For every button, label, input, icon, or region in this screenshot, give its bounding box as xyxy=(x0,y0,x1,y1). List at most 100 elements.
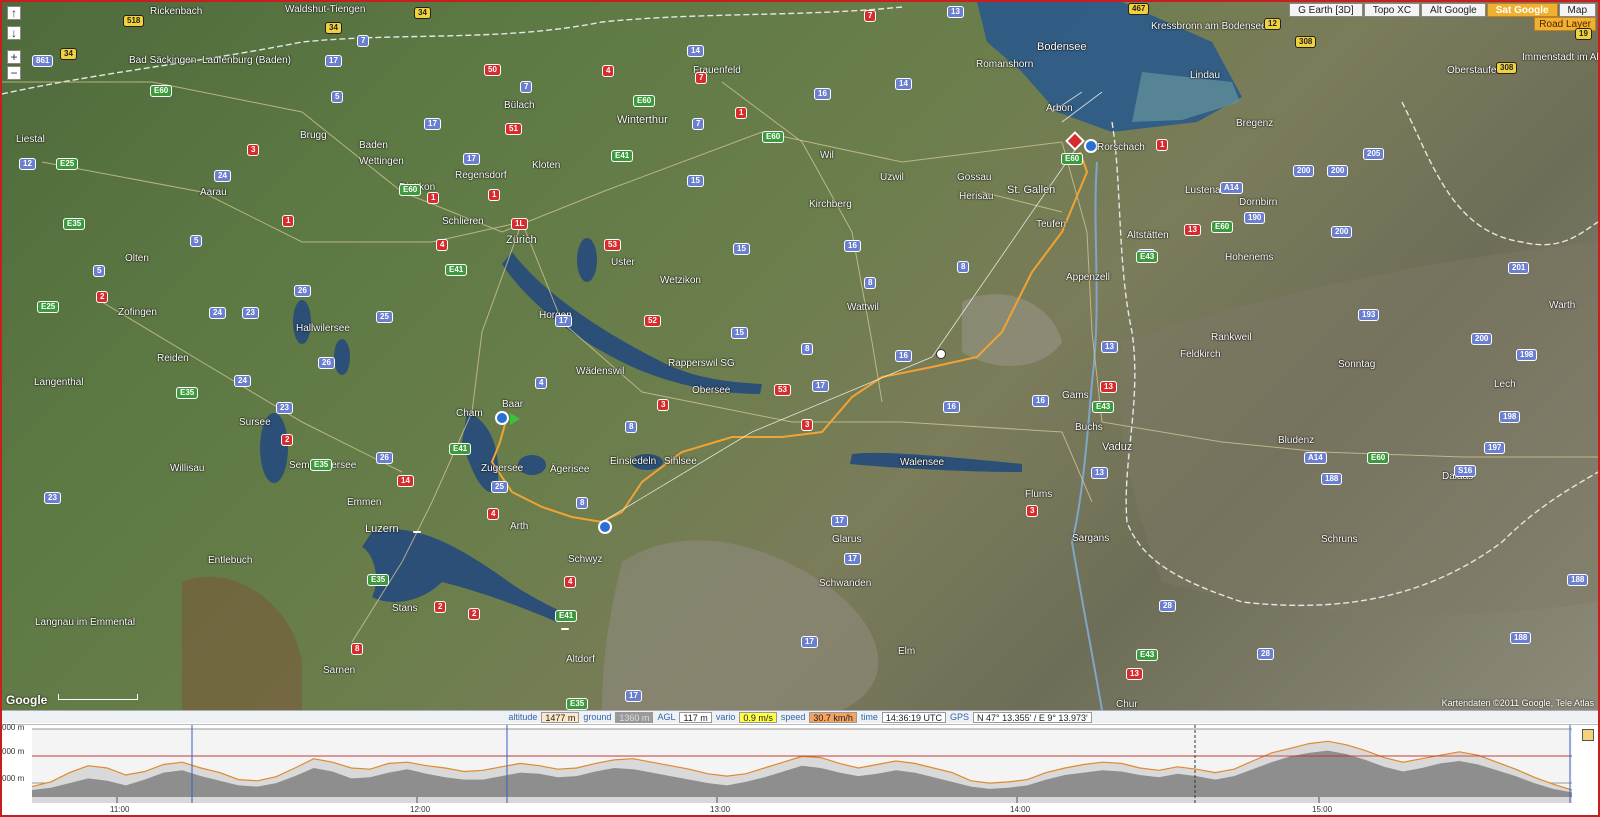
place-label: Wattwil xyxy=(847,302,879,313)
place-label: Lindau xyxy=(1190,70,1221,81)
road-shield: 3 xyxy=(247,144,260,156)
map-type-map[interactable]: Map xyxy=(1558,3,1596,17)
place-label: Ägerisee xyxy=(550,464,590,475)
turnpoint-marker-icon[interactable] xyxy=(598,520,612,534)
google-logo[interactable]: Google xyxy=(6,693,47,707)
road-shield: 8 xyxy=(957,261,970,273)
road-shield: 4 xyxy=(602,65,615,77)
road-shield: 4 xyxy=(487,508,500,520)
ground-label[interactable]: ground xyxy=(583,712,611,722)
road-shield: 4 xyxy=(436,239,449,251)
road-shield: 467 xyxy=(1128,3,1150,15)
map-type-sat-google[interactable]: Sat Google xyxy=(1486,3,1558,17)
map-type-alt-google[interactable]: Alt Google xyxy=(1421,3,1486,17)
altitude-label[interactable]: altitude xyxy=(508,712,537,722)
pan-down-icon[interactable]: ↓ xyxy=(7,26,21,40)
agl-label[interactable]: AGL xyxy=(657,712,675,722)
zoom-in-button[interactable]: + xyxy=(7,50,21,64)
speed-value: 30.7 km/h xyxy=(809,711,857,723)
road-shield: 17 xyxy=(812,380,829,392)
road-shield: E60 xyxy=(1367,452,1390,464)
map-type-topo[interactable]: Topo XC xyxy=(1363,3,1421,17)
place-label: Altstätten xyxy=(1127,230,1169,241)
place-label: Baden xyxy=(359,140,388,151)
road-shield: 3 xyxy=(657,399,670,411)
road-shield: 193 xyxy=(1358,309,1380,321)
place-label: Entlebuch xyxy=(208,555,253,566)
vario-label[interactable]: vario xyxy=(716,712,736,722)
place-label: Chur xyxy=(1116,699,1138,710)
speed-label[interactable]: speed xyxy=(781,712,806,722)
zoom-out-button[interactable]: − xyxy=(7,66,21,80)
place-label: Gossau xyxy=(957,172,992,183)
road-shield: 200 xyxy=(1471,333,1493,345)
road-shield: 16 xyxy=(895,350,912,362)
road-shield: 4 xyxy=(535,377,548,389)
time-label[interactable]: time xyxy=(861,712,878,722)
place-label: Feldkirch xyxy=(1180,349,1221,360)
map-copyright[interactable]: Kartendaten ©2011 Google, Tele Atlas xyxy=(1442,698,1594,708)
road-shield: 14 xyxy=(687,45,704,57)
place-label: Sarnen xyxy=(323,665,356,676)
road-shield: 7 xyxy=(695,72,708,84)
road-shield: 17 xyxy=(844,553,861,565)
place-label: Kressbronn am Bodensee xyxy=(1151,21,1267,32)
takeoff-marker-icon[interactable] xyxy=(495,411,509,425)
vario-value: 0.9 m/s xyxy=(739,711,777,723)
road-shield: 5 xyxy=(190,235,203,247)
road-shield: E41 xyxy=(449,443,472,455)
gps-label[interactable]: GPS xyxy=(950,712,969,722)
place-label: Herisau xyxy=(959,191,994,202)
place-label: St. Gallen xyxy=(1007,184,1056,196)
place-label: Schwanden xyxy=(819,578,872,589)
app-frame: ↑ ↓ + − G Earth [3D] Topo XC Alt Google … xyxy=(0,0,1600,817)
road-shield: E35 xyxy=(566,698,589,710)
map-type-gearth[interactable]: G Earth [3D] xyxy=(1289,3,1363,17)
place-label: Wettingen xyxy=(359,156,404,167)
place-label: Zürich xyxy=(506,234,537,246)
place-label: Hallwilersee xyxy=(296,323,350,334)
graph-options-icon[interactable] xyxy=(1582,729,1594,741)
place-label: Cham xyxy=(456,408,483,419)
road-shield: 8 xyxy=(864,277,877,289)
place-label: Bodensee xyxy=(1037,41,1087,53)
place-label: Glarus xyxy=(832,534,862,545)
place-label: Rickenbach xyxy=(150,6,203,17)
road-shield: E41 xyxy=(445,264,468,276)
road-shield: 13 xyxy=(947,6,964,18)
road-shield: E25 xyxy=(56,158,79,170)
road-shield: 205 xyxy=(1363,148,1385,160)
place-label: Gams xyxy=(1062,390,1089,401)
start-flag-icon[interactable] xyxy=(510,413,520,425)
road-shield: 17 xyxy=(625,690,642,702)
gps-value: N 47° 13.355' / E 9° 13.973' xyxy=(972,711,1092,723)
satellite-map[interactable]: ↑ ↓ + − G Earth [3D] Topo XC Alt Google … xyxy=(2,2,1598,710)
road-shield: 51 xyxy=(505,123,522,135)
road-shield: 308 xyxy=(1496,62,1518,74)
place-label: Rapperswil SG xyxy=(668,358,735,369)
pan-up-icon[interactable]: ↑ xyxy=(7,6,21,20)
x-tick-label: 11:00 xyxy=(110,805,130,814)
place-label: Bülach xyxy=(504,100,535,111)
place-label: Baar xyxy=(502,399,524,410)
road-shield: E35 xyxy=(310,459,333,471)
place-label: Zugersee xyxy=(481,463,524,474)
place-label: Immenstadt im Allgäu xyxy=(1522,52,1598,63)
altitude-graph[interactable]: 000 m 000 m 000 m 11:00 12:00 13:00 14:0… xyxy=(2,723,1598,815)
road-shield: E60 xyxy=(633,95,656,107)
road-shield: 198 xyxy=(1499,411,1521,423)
glider-position-icon[interactable] xyxy=(936,349,946,359)
place-label: Uster xyxy=(611,257,635,268)
road-shield: E43 xyxy=(1136,649,1159,661)
place-label: Sonntag xyxy=(1338,359,1376,370)
road-shield: 8 xyxy=(351,643,364,655)
road-shield: 23 xyxy=(44,492,61,504)
road-shield: E35 xyxy=(63,218,86,230)
place-label: Langenthal xyxy=(34,377,84,388)
altitude-graph-svg xyxy=(31,725,1573,803)
place-label: Rorschach xyxy=(1097,142,1145,153)
road-shield: E35 xyxy=(367,574,390,586)
road-shield: E35 xyxy=(176,387,199,399)
landing-marker-icon[interactable] xyxy=(1084,139,1098,153)
road-shield: E43 xyxy=(1136,251,1159,263)
